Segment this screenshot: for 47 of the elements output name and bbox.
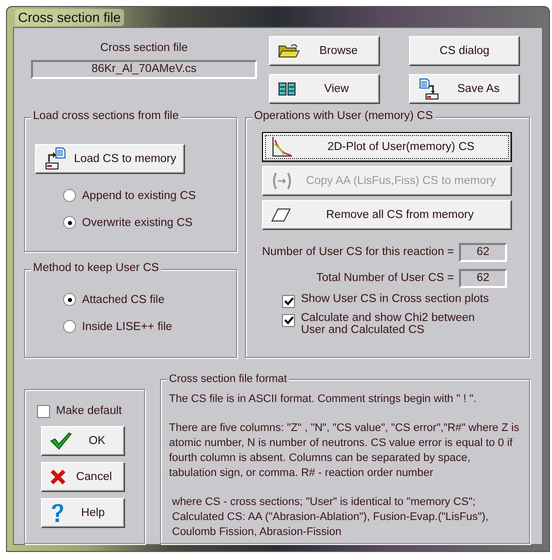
description-text: The CS file is in ASCII format. Comment strings begin with " ! ".	[169, 392, 478, 407]
checkbox[interactable]	[282, 314, 295, 327]
option-label: Overwrite existing CS	[82, 216, 193, 228]
checkbox[interactable]	[282, 295, 295, 308]
dialog-button[interactable]: CS dialog	[409, 36, 520, 66]
group-title: Operations with User (memory) CS	[252, 110, 435, 122]
folder-icon	[278, 43, 300, 59]
option-label: Inside LISE++ file	[82, 320, 172, 332]
question-icon	[50, 503, 64, 523]
cross-icon	[50, 469, 66, 485]
checkbox-label: Show User CS in Cross section plots	[300, 293, 490, 305]
description-text: There are five columns: "Z" , "N", "CS value", "CS error","R#" where Z is atomic number, N is number of neutrons. CS value error is equal to 0 if fourth column is absent. Columns can be separated by space, tabulation sign, or comma. R# - reaction order number	[169, 421, 520, 481]
window-title: Cross section file	[15, 8, 124, 26]
plot-icon	[270, 136, 293, 158]
view-button[interactable]: View	[269, 74, 380, 104]
radio-button[interactable]	[63, 293, 76, 306]
file-name-field[interactable]: 86Kr_Al_70AMeV.cs	[31, 60, 257, 79]
eraser-icon	[270, 208, 291, 222]
count-field: 62	[459, 242, 507, 262]
document-arrow-icon	[418, 78, 440, 100]
checkbox-label: Make default	[56, 405, 122, 417]
remove-button[interactable]: Remove all CS from memory	[262, 200, 512, 230]
count-label: Number of User CS for this reaction =	[262, 246, 454, 258]
description-text: where CS - cross sections; "User" is identical to "memory CS"; Calculated CS: AA ("Abrasion-Ablation"), Fusion-Evap.("LisFus"), Coulomb Fission, Abrasion-Fission	[172, 495, 490, 540]
checkbox-label: Calculate and show Chi2 between User and Calculated CS	[300, 312, 476, 336]
grid-icon	[278, 82, 296, 96]
load-button[interactable]: Load CS to memory	[35, 144, 186, 174]
arrow-bracket-icon	[270, 171, 293, 191]
count-label: Total Number of User CS =	[316, 272, 454, 284]
option-label: Append to existing CS	[82, 190, 196, 202]
radio-button[interactable]	[63, 320, 76, 333]
browse-button[interactable]: Browse	[269, 36, 380, 66]
checkmark-icon	[50, 432, 72, 450]
option-label: Attached CS file	[82, 294, 164, 306]
group-title: Load cross sections from file	[31, 110, 181, 122]
radio-button[interactable]	[63, 216, 76, 229]
help-button[interactable]: Help	[41, 498, 125, 528]
document-arrow-icon	[44, 147, 68, 171]
ok-button[interactable]: OK	[41, 426, 125, 456]
group-title: Method to keep User CS	[31, 262, 161, 274]
checkbox[interactable]	[37, 404, 50, 418]
plot-button[interactable]: 2D-Plot of User(memory) CS	[262, 132, 512, 162]
save-as-button[interactable]: Save As	[409, 74, 520, 104]
cancel-button[interactable]: Cancel	[41, 462, 125, 492]
count-field: 62	[459, 268, 507, 288]
field-label: Cross section file	[100, 42, 188, 54]
radio-button[interactable]	[63, 189, 76, 202]
